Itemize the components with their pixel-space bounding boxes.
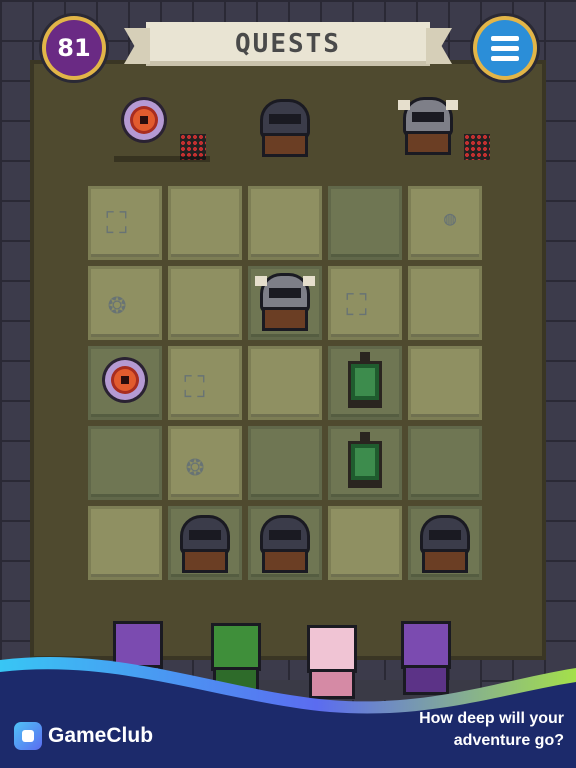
hamburger-menu-icon[interactable] <box>477 20 533 76</box>
board-tile[interactable]: ⛶ <box>168 346 242 420</box>
gameclub-icon <box>14 722 42 750</box>
board-tile[interactable] <box>248 426 322 500</box>
board-tile[interactable] <box>168 186 242 260</box>
level-badge[interactable]: 81 <box>46 20 102 76</box>
pebble-icon: ◍ <box>444 206 457 230</box>
rubble-icon: ⛶ <box>184 370 205 405</box>
dark-knight-icon <box>255 102 315 158</box>
lantern-icon[interactable] <box>348 432 382 490</box>
board-tile[interactable] <box>88 346 162 420</box>
gameclub-logo[interactable]: GameClub <box>14 722 153 750</box>
board-tile[interactable] <box>168 506 242 580</box>
gameclub-brand: GameClub <box>48 724 154 747</box>
rubble-icon: ⛶ <box>346 288 367 323</box>
dark-knight-icon[interactable] <box>415 518 475 574</box>
board-tile[interactable]: ⛶ <box>328 266 402 340</box>
board-tile[interactable] <box>408 266 482 340</box>
horned-knight-icon <box>398 100 458 156</box>
eye-monster-icon <box>124 100 164 140</box>
board-tile[interactable]: ⛶ <box>88 186 162 260</box>
board-tile[interactable] <box>248 186 322 260</box>
board-tile[interactable]: ◍ <box>408 186 482 260</box>
page-title: QUESTS <box>235 29 341 59</box>
promo-tagline: How deep will your adventure go? <box>419 710 564 749</box>
board-tile[interactable]: ❂ <box>88 266 162 340</box>
dark-knight-icon[interactable] <box>175 518 235 574</box>
board-tile[interactable] <box>88 506 162 580</box>
rock-icon: ❂ <box>186 448 205 483</box>
horned-knight-icon[interactable] <box>255 276 315 332</box>
gameclub-promo-banner: GameClub How deep will your adventure go… <box>0 650 576 768</box>
header: 81 QUESTS <box>0 0 576 80</box>
board-tile[interactable] <box>88 426 162 500</box>
board-tile[interactable]: ❂ <box>168 426 242 500</box>
title-banner: QUESTS <box>146 22 430 66</box>
board-tile[interactable] <box>328 506 402 580</box>
board-tile[interactable] <box>328 426 402 500</box>
board-tile[interactable] <box>248 506 322 580</box>
board-tile[interactable] <box>408 346 482 420</box>
quest-board: ⛶ ◍ ❂ ⛶ ⛶ ❂ <box>88 186 488 586</box>
board-tile[interactable] <box>168 266 242 340</box>
eye-monster-icon[interactable] <box>105 360 145 400</box>
rubble-icon: ⛶ <box>106 206 127 241</box>
rock-icon: ❂ <box>108 286 127 321</box>
dark-knight-icon[interactable] <box>255 518 315 574</box>
board-tile[interactable] <box>248 266 322 340</box>
board-tile[interactable] <box>328 186 402 260</box>
lantern-icon[interactable] <box>348 352 382 410</box>
board-tile[interactable] <box>328 346 402 420</box>
board-tile[interactable] <box>408 426 482 500</box>
board-tile[interactable] <box>248 346 322 420</box>
dice-icon <box>464 134 490 160</box>
level-value: 81 <box>57 34 91 62</box>
board-tile[interactable] <box>408 506 482 580</box>
